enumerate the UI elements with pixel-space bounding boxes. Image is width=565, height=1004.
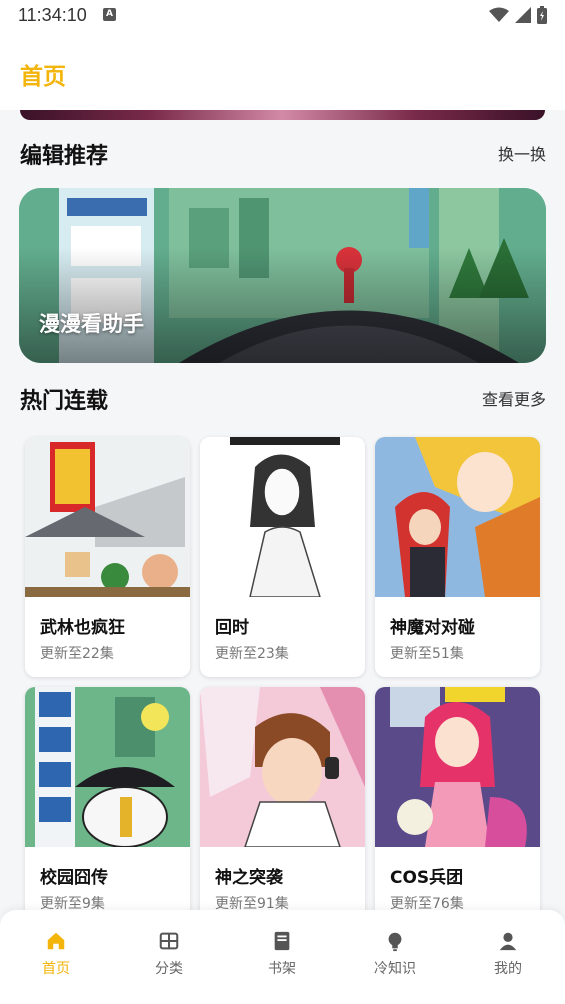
- comic-title: 回时: [215, 618, 249, 638]
- comic-cover-image: [25, 437, 190, 597]
- signal-icon: [515, 7, 531, 23]
- nav-item-bookshelf[interactable]: 书架: [242, 930, 322, 978]
- nav-item-profile[interactable]: 我的: [468, 930, 548, 978]
- nav-label: 冷知识: [374, 961, 416, 977]
- section-title-hot-serial: 热门连载: [20, 389, 109, 414]
- comic-title: 校园囧传: [40, 868, 108, 888]
- nav-label: 书架: [268, 961, 296, 977]
- hot-serial-header: 热门连载 查看更多: [20, 383, 546, 417]
- banner-carousel[interactable]: [20, 110, 545, 120]
- nav-item-trivia[interactable]: 冷知识: [355, 930, 435, 978]
- comic-update-status: 更新至22集: [40, 646, 114, 662]
- battery-icon: [537, 6, 547, 24]
- section-title-editor-pick: 编辑推荐: [20, 144, 109, 169]
- comic-card[interactable]: 校园囧传 更新至9集: [25, 687, 190, 927]
- nav-label: 我的: [494, 961, 522, 977]
- status-bar: 11:34:10 A: [0, 0, 565, 36]
- comic-title: 神之突袭: [215, 868, 283, 888]
- comic-update-status: 更新至51集: [390, 646, 464, 662]
- comic-title: 武林也疯狂: [40, 618, 125, 638]
- nav-item-home[interactable]: 首页: [16, 930, 96, 978]
- wifi-icon: [489, 7, 509, 22]
- nav-label: 分类: [155, 961, 183, 977]
- comic-cover-image: [375, 437, 540, 597]
- bottom-navigation: 首页 分类 书架 冷知识 我的: [0, 910, 565, 1004]
- comic-cover-image: [375, 687, 540, 847]
- comic-title: COS兵团: [390, 868, 464, 888]
- home-icon: [47, 932, 65, 950]
- comic-card[interactable]: COS兵团 更新至76集: [375, 687, 540, 927]
- comic-card[interactable]: 武林也疯狂 更新至22集: [25, 437, 190, 677]
- editor-pick-header: 编辑推荐 换一换: [20, 138, 546, 172]
- accessibility-icon: A: [103, 8, 116, 21]
- comic-card[interactable]: 回时 更新至23集: [200, 437, 365, 677]
- grid-icon: [159, 932, 179, 950]
- comic-card[interactable]: 神之突袭 更新至91集: [200, 687, 365, 927]
- status-time: 11:34:10: [18, 5, 87, 25]
- page-title: 首页: [20, 64, 66, 90]
- comic-cover-image: [200, 437, 365, 597]
- comic-update-status: 更新至23集: [215, 646, 289, 662]
- book-icon: [274, 931, 290, 951]
- nav-label: 首页: [42, 961, 70, 977]
- recommend-card-title: 漫漫看助手: [39, 312, 144, 336]
- comic-card[interactable]: 神魔对对碰 更新至51集: [375, 437, 540, 677]
- comic-cover-image: [200, 687, 365, 847]
- user-icon: [499, 932, 517, 951]
- editor-pick-card[interactable]: 漫漫看助手: [19, 188, 546, 363]
- view-more-button[interactable]: 查看更多: [482, 386, 546, 410]
- app-header: 首页: [0, 36, 565, 110]
- nav-item-category[interactable]: 分类: [129, 930, 209, 978]
- status-icons: [489, 6, 547, 24]
- bulb-icon: [388, 932, 402, 952]
- refresh-button[interactable]: 换一换: [498, 141, 546, 165]
- comic-cover-image: [25, 687, 190, 847]
- comic-title: 神魔对对碰: [390, 618, 475, 638]
